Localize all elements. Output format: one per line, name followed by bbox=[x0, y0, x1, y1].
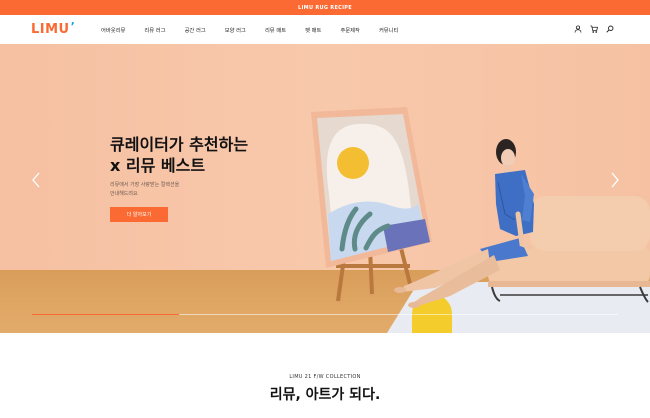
slider-prev-button[interactable] bbox=[31, 172, 41, 188]
site-header: LIMU’ 어바웃리뮤 리뮤 러그 공간 러그 모양 러그 리뮤 매트 펫 매트… bbox=[0, 15, 650, 44]
main-nav: 어바웃리뮤 리뮤 러그 공간 러그 모양 러그 리뮤 매트 펫 매트 주문제작 … bbox=[101, 15, 417, 44]
search-icon[interactable] bbox=[606, 25, 614, 33]
hero-title: 큐레이터가 추천하는 x 리뮤 베스트 bbox=[110, 134, 310, 176]
hero-subtitle: 리뮤에서 가장 사랑받는 컬렉션을 안내해드려요 bbox=[110, 181, 230, 199]
hero-more-button-label: 더 알아보기 bbox=[126, 212, 152, 218]
chevron-left-icon bbox=[32, 172, 40, 188]
slider-next-button[interactable] bbox=[610, 172, 620, 188]
hero-more-button[interactable]: 더 알아보기 bbox=[110, 207, 168, 222]
slider-progress-track[interactable] bbox=[32, 314, 618, 315]
chevron-right-icon bbox=[611, 172, 619, 188]
nav-item-space-rug[interactable]: 공간 러그 bbox=[185, 26, 206, 34]
hero-subtitle-line-2: 안내해드려요 bbox=[110, 191, 138, 197]
hero-subtitle-line-1: 리뮤에서 가장 사랑받는 컬렉션을 bbox=[110, 182, 180, 188]
collection-eyebrow: LIMU 21 F/W COLLECTION bbox=[289, 374, 361, 380]
hero-title-line-1: 큐레이터가 추천하는 bbox=[110, 135, 249, 154]
logo-text: LIMU bbox=[31, 22, 70, 37]
promo-text: LIMU RUG RECIPE bbox=[298, 4, 352, 11]
header-icons bbox=[574, 25, 614, 33]
collection-title: 리뮤, 아트가 되다. bbox=[269, 387, 381, 403]
hero-slider[interactable]: 큐레이터가 추천하는 x 리뮤 베스트 리뮤에서 가장 사랑받는 컬렉션을 안내… bbox=[0, 44, 650, 333]
user-icon[interactable] bbox=[574, 25, 582, 33]
nav-item-custom-order[interactable]: 주문제작 bbox=[340, 26, 360, 34]
art-canvas bbox=[311, 107, 432, 268]
nav-item-limu-rug[interactable]: 리뮤 러그 bbox=[144, 26, 165, 34]
hero-title-line-2: x 리뮤 베스트 bbox=[110, 156, 206, 175]
nav-item-shape-rug[interactable]: 모양 러그 bbox=[225, 26, 246, 34]
slider-progress-fill bbox=[32, 314, 179, 315]
cart-icon[interactable] bbox=[590, 25, 598, 33]
logo-mark-icon: ’ bbox=[70, 20, 76, 33]
nav-item-limu-mat[interactable]: 리뮤 매트 bbox=[265, 26, 286, 34]
nav-item-pet-mat[interactable]: 펫 매트 bbox=[305, 26, 321, 34]
nav-item-community[interactable]: 커뮤니티 bbox=[379, 26, 399, 34]
hero-photo bbox=[311, 107, 650, 308]
promo-bar[interactable]: LIMU RUG RECIPE bbox=[0, 0, 650, 15]
nav-item-about[interactable]: 어바웃리뮤 bbox=[101, 26, 125, 34]
logo[interactable]: LIMU’ bbox=[31, 20, 76, 37]
